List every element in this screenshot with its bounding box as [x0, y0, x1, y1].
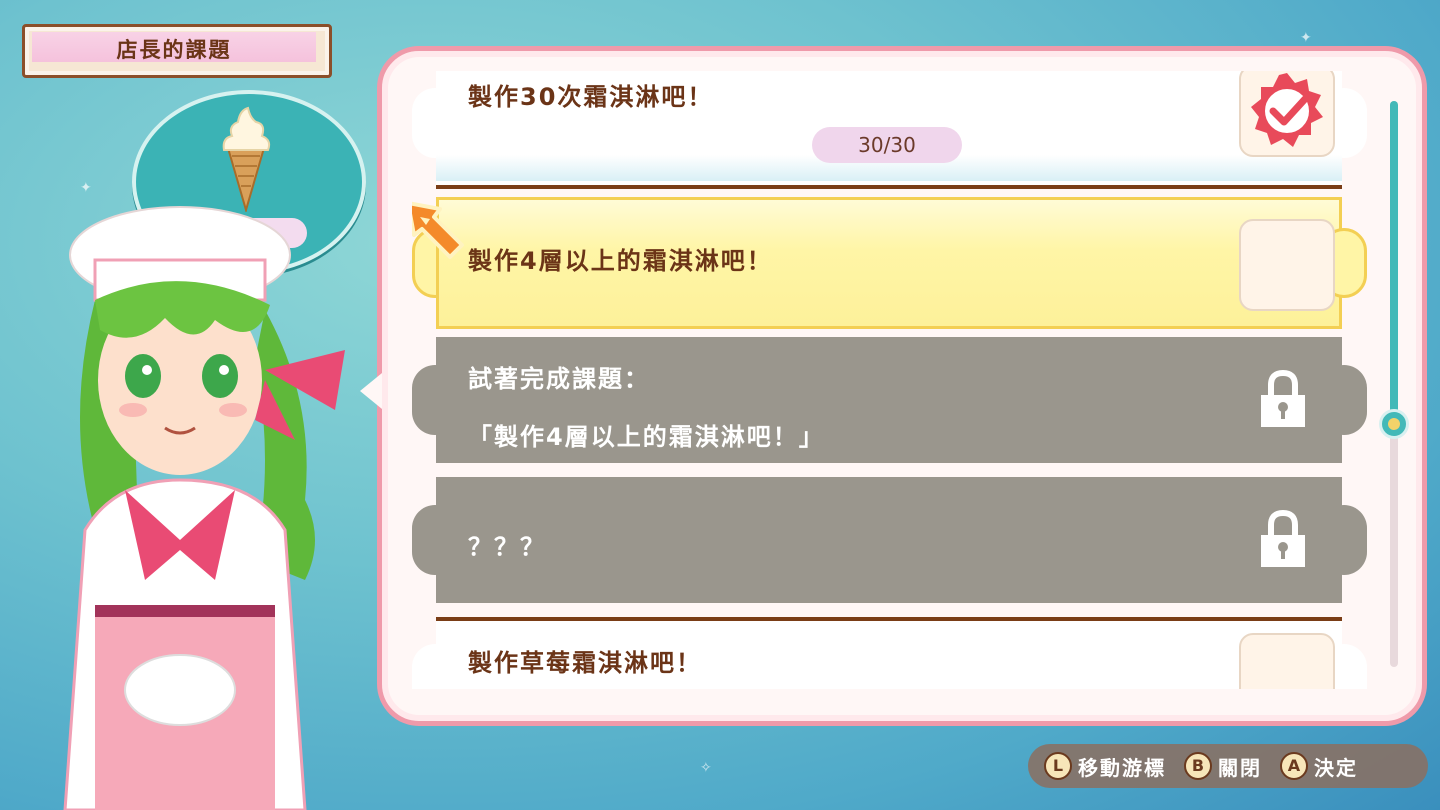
- completed-stamp-icon: [1251, 73, 1323, 147]
- control-close[interactable]: B 關閉: [1184, 752, 1262, 781]
- b-button-icon: B: [1184, 752, 1212, 780]
- task-panel: 製作30次霜淇淋吧！ 30/30 製作4層以上的霜淇淋吧！ 試著完成課題： 「製…: [360, 46, 1427, 726]
- l-button-icon: L: [1044, 752, 1072, 780]
- sparkle-icon: ✦: [1300, 30, 1312, 46]
- task-subtitle: 「製作4層以上的霜淇淋吧！」: [468, 423, 825, 451]
- task-item-selected[interactable]: 製作4層以上的霜淇淋吧！: [412, 197, 1367, 329]
- control-label: 關閉: [1218, 755, 1262, 780]
- character-illustration: [63, 206, 345, 810]
- task-title: 製作30次霜淇淋吧！: [468, 83, 714, 111]
- task-title: 試著完成課題：: [468, 365, 650, 393]
- task-item-locked[interactable]: 試著完成課題： 「製作4層以上的霜淇淋吧！」: [412, 337, 1367, 463]
- control-move-cursor[interactable]: L 移動游標: [1044, 752, 1166, 781]
- card-cap-right: [1321, 365, 1367, 435]
- sparkle-icon: ✧: [700, 760, 712, 776]
- task-title: 製作草莓霜淇淋吧！: [468, 649, 702, 677]
- lock-icon: [1261, 369, 1305, 427]
- scrollbar-fill: [1390, 101, 1398, 421]
- sparkle-icon: ✦: [80, 180, 92, 196]
- task-checkbox: [1239, 633, 1335, 689]
- task-item[interactable]: 製作草莓霜淇淋吧！: [412, 617, 1367, 689]
- card-cap-right: [1321, 505, 1367, 575]
- task-list: 製作30次霜淇淋吧！ 30/30 製作4層以上的霜淇淋吧！ 試著完成課題： 「製…: [412, 71, 1367, 689]
- task-item-locked[interactable]: ？？？: [412, 477, 1367, 603]
- task-checkbox: [1239, 219, 1335, 311]
- panel-pointer: [360, 373, 382, 409]
- task-progress-badge: 30/30: [812, 127, 962, 163]
- control-label: 移動游標: [1078, 755, 1166, 780]
- ice-cream-icon: [222, 106, 271, 212]
- title-banner: 店長的課題: [22, 18, 332, 78]
- task-title: ？？？: [468, 533, 546, 561]
- control-label: 決定: [1314, 755, 1358, 780]
- selection-cursor-icon: [412, 201, 464, 259]
- page-title: 店長的課題: [116, 38, 232, 62]
- task-item-completed[interactable]: 製作30次霜淇淋吧！ 30/30: [412, 71, 1367, 189]
- scrollbar-track[interactable]: [1390, 101, 1398, 667]
- scrollbar-thumb[interactable]: [1379, 409, 1409, 439]
- control-confirm[interactable]: A 決定: [1280, 752, 1358, 781]
- a-button-icon: A: [1280, 752, 1308, 780]
- card-body: [436, 477, 1342, 603]
- lock-icon: [1261, 509, 1305, 567]
- task-checkbox: [1239, 71, 1335, 157]
- task-title: 製作4層以上的霜淇淋吧！: [468, 247, 773, 275]
- controls-bar: L 移動游標 B 關閉 A 決定: [1028, 744, 1428, 788]
